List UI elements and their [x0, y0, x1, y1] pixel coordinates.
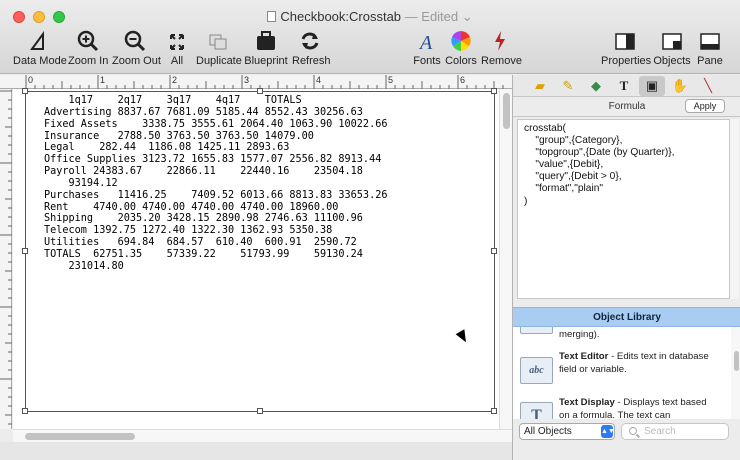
window-title: Checkbook:Crosstab — Edited ⌄	[0, 9, 740, 25]
zoom-in-icon	[77, 30, 99, 52]
formula-icon[interactable]: ▣	[639, 76, 665, 96]
object-icon	[520, 327, 553, 334]
ruler-mark: 6	[460, 75, 466, 85]
ruler-mark: 1	[100, 75, 106, 85]
object-library-scrollbar[interactable]	[731, 327, 740, 419]
fonts-button[interactable]: A Fonts	[412, 30, 442, 70]
crosstab-text-object[interactable]: 1q17 2q17 3q17 4q17 TOTALS Advertising 8…	[25, 91, 495, 412]
expand-arrows-icon	[170, 34, 184, 50]
text-display-icon: T	[520, 402, 553, 419]
refresh-icon	[301, 32, 319, 50]
ruler-mark: 2	[172, 75, 178, 85]
object-filter-select[interactable]: All Objects ▲▼	[519, 423, 615, 440]
document-icon	[267, 11, 277, 22]
all-button[interactable]: All	[164, 30, 190, 70]
colors-button[interactable]: Colors	[445, 30, 477, 70]
duplicate-button[interactable]: Duplicate	[196, 30, 242, 70]
apply-button[interactable]: Apply	[685, 99, 725, 113]
search-icon	[629, 427, 637, 435]
pencil-icon[interactable]: ✎	[555, 76, 581, 96]
pane-icon	[700, 33, 720, 50]
horizontal-scroll-thumb[interactable]	[25, 433, 135, 440]
ruler-mark: 0	[28, 75, 34, 85]
app-window: Checkbook:Crosstab — Edited ⌄ Data Mode …	[0, 0, 740, 460]
briefcase-icon	[257, 31, 275, 50]
resize-handle-bottom-left[interactable]	[22, 408, 28, 414]
zoom-in-button[interactable]: Zoom In	[68, 30, 108, 70]
zoom-out-button[interactable]: Zoom Out	[112, 30, 161, 70]
formula-editor[interactable]: crosstab( "group",{Category}, "topgroup"…	[517, 119, 730, 299]
pane-button[interactable]: Pane	[694, 30, 726, 70]
title-toolbar: Checkbook:Crosstab — Edited ⌄ Data Mode …	[0, 0, 740, 74]
status-bar	[0, 442, 512, 460]
sidebar-panel: ▰ ✎ ◆ T ▣ ✋ ╲ Formula Apply crosstab( "g…	[512, 75, 740, 460]
refresh-button[interactable]: Refresh	[292, 30, 331, 70]
horizontal-scrollbar[interactable]	[13, 429, 512, 442]
zoom-out-icon	[124, 30, 146, 52]
horizontal-ruler: 0 1 2 3 4 5 6	[0, 75, 512, 89]
ruler-ticks	[25, 75, 504, 89]
vertical-ruler	[0, 89, 12, 429]
duplicate-icon	[209, 34, 227, 50]
formula-scrollbar[interactable]	[730, 119, 739, 299]
tag-icon[interactable]: ▰	[527, 76, 553, 96]
data-mode-button[interactable]: Data Mode	[13, 30, 67, 70]
resize-handle-top-left[interactable]	[22, 88, 28, 94]
lightning-remove-icon	[495, 31, 505, 51]
object-library-header: Object Library	[513, 307, 740, 327]
data-mode-icon	[30, 30, 44, 50]
resize-handle-left[interactable]	[22, 248, 28, 254]
vertical-scroll-thumb[interactable]	[503, 93, 510, 129]
property-tabs: ▰ ✎ ◆ T ▣ ✋ ╲	[513, 75, 740, 97]
objects-button[interactable]: Objects	[652, 30, 692, 70]
objects-panel-icon	[662, 33, 682, 50]
color-wheel-icon	[451, 31, 471, 51]
wand-icon[interactable]: ╲	[695, 76, 721, 96]
resize-handle-right[interactable]	[491, 248, 497, 254]
properties-panel-icon	[615, 33, 635, 50]
svg-text:A: A	[418, 32, 433, 52]
vertical-ruler-ticks	[0, 90, 12, 425]
crosstab-output: 1q17 2q17 3q17 4q17 TOTALS Advertising 8…	[44, 95, 388, 272]
resize-handle-top[interactable]	[257, 88, 263, 94]
ruler-mark: 5	[388, 75, 394, 85]
object-library-list[interactable]: merging). abc Text Editor - Edits text i…	[513, 327, 740, 419]
resize-handle-top-right[interactable]	[491, 88, 497, 94]
chevron-updown-icon: ▲▼	[601, 425, 615, 438]
vertical-scrollbar[interactable]	[499, 89, 512, 429]
edited-indicator[interactable]: — Edited ⌄	[405, 9, 473, 24]
blueprint-button[interactable]: Blueprint	[244, 30, 288, 70]
text-icon[interactable]: T	[611, 76, 637, 96]
text-editor-icon: abc	[520, 357, 553, 384]
properties-button[interactable]: Properties	[601, 30, 651, 70]
resize-handle-bottom-right[interactable]	[491, 408, 497, 414]
font-icon: A	[418, 32, 433, 52]
resize-handle-bottom[interactable]	[257, 408, 263, 414]
pointer-icon[interactable]: ✋	[667, 76, 693, 96]
remove-button[interactable]: Remove	[481, 30, 522, 70]
object-search-input[interactable]: Search	[621, 423, 729, 440]
layout-canvas[interactable]: 1q17 2q17 3q17 4q17 TOTALS Advertising 8…	[13, 88, 499, 429]
shapes-icon[interactable]: ◆	[583, 76, 609, 96]
ruler-mark: 4	[316, 75, 322, 85]
ruler-mark: 3	[244, 75, 250, 85]
object-library-scroll-thumb[interactable]	[734, 351, 739, 371]
